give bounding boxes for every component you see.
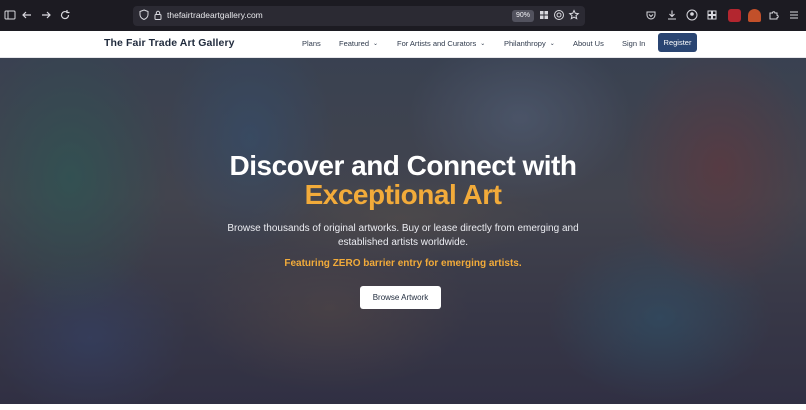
nav-for-artists-and-curators[interactable]: For Artists and Curators ⌄ <box>397 39 485 48</box>
nav-featured[interactable]: Featured ⌄ <box>339 39 378 48</box>
nav-label: About Us <box>573 39 604 48</box>
hero-subtitle: Browse thousands of original artworks. B… <box>227 223 579 248</box>
hero-highlight: Featuring ZERO barrier entry for emergin… <box>284 258 522 269</box>
nav-sign-in[interactable]: Sign In <box>622 39 645 48</box>
nav-label: Sign In <box>622 39 646 48</box>
browse-artwork-button[interactable]: Browse Artwork <box>360 286 441 309</box>
hero-title: Discover and Connect with <box>229 150 577 181</box>
back-icon[interactable] <box>21 9 35 23</box>
nav-about-us[interactable]: About Us <box>573 39 604 48</box>
brand-logo-link[interactable]: The Fair Trade Art Gallery <box>104 37 235 49</box>
browser-toolbar: thefairtradeartgallery.com 90% <box>0 0 806 31</box>
hero-title-accent: Exceptional Art <box>304 179 502 210</box>
nav-plans[interactable]: Plans <box>302 39 321 48</box>
puzzle-icon[interactable] <box>768 9 782 23</box>
nav-label: Philanthropy <box>504 39 546 48</box>
sidebar-icon[interactable] <box>4 9 18 23</box>
address-bar[interactable]: thefairtradeartgallery.com 90% <box>133 6 585 26</box>
shield-icon[interactable] <box>138 9 152 23</box>
download-icon[interactable] <box>666 9 680 23</box>
bookmark-star-icon[interactable] <box>568 9 582 23</box>
chevron-down-icon: ⌄ <box>480 41 486 47</box>
pocket-icon[interactable] <box>645 9 659 23</box>
forward-icon[interactable] <box>40 9 54 23</box>
menu-icon[interactable] <box>788 9 802 23</box>
lock-icon[interactable] <box>152 9 166 23</box>
account-icon[interactable] <box>686 9 700 23</box>
page-bottom-edge <box>0 404 806 410</box>
register-button[interactable]: Register <box>658 33 697 52</box>
chevron-down-icon: ⌄ <box>549 41 555 47</box>
chevron-down-icon: ⌄ <box>373 41 379 47</box>
extension-icon[interactable] <box>728 9 741 22</box>
hero-section: Discover and Connect with Exceptional Ar… <box>0 58 806 404</box>
extensions-grid-icon[interactable] <box>538 9 552 23</box>
zoom-level-badge[interactable]: 90% <box>512 10 535 22</box>
grid-icon[interactable] <box>706 9 720 23</box>
fingerprint-icon[interactable] <box>553 9 567 23</box>
site-header: The Fair Trade Art Gallery Plans Feature… <box>0 31 806 58</box>
nav-label: For Artists and Curators <box>397 39 477 48</box>
nav-label: Featured <box>339 39 370 48</box>
nav-philanthropy[interactable]: Philanthropy ⌄ <box>504 39 555 48</box>
reload-icon[interactable] <box>59 9 73 23</box>
extension-icon[interactable] <box>748 9 761 22</box>
url-text: thefairtradeartgallery.com <box>167 10 263 20</box>
nav-label: Plans <box>302 39 321 48</box>
